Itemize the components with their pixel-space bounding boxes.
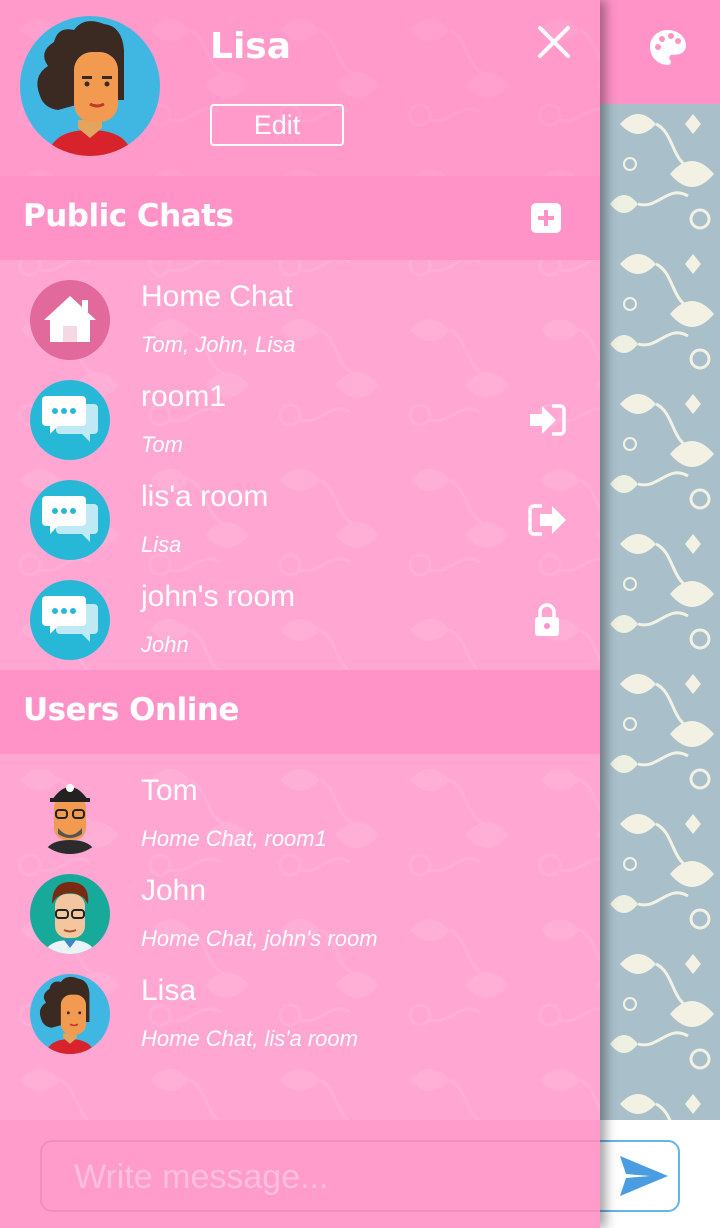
sign-in-icon[interactable] [528,402,566,438]
tom-avatar [44,784,96,854]
user-item-lisa[interactable]: Lisa Home Chat, lis'a room [0,954,600,1054]
room-name: lis'a room [141,480,269,513]
room-name: john's room [141,580,296,613]
navigation-drawer: Lisa Edit Public Chats Home Chat Tom, Jo… [0,0,600,1228]
room-members: Tom [141,432,183,457]
composer-ghost: Write message... [40,1140,600,1212]
users-list: Tom Home Chat, room1 John Home Chat, joh… [0,754,600,1120]
room-item-johns-room[interactable]: john's room John [0,560,600,660]
lisa-avatar [30,974,110,1054]
chat-bubbles-icon [30,580,110,660]
rooms-list: Home Chat Tom, John, Lisa room1 Tom lis'… [0,260,600,670]
send-icon[interactable] [616,1150,672,1202]
user-item-tom[interactable]: Tom Home Chat, room1 [0,754,600,854]
user-rooms: Home Chat, lis'a room [141,1026,358,1051]
drawer-footer: Write message... [0,1120,600,1228]
user-name: Tom [141,774,198,807]
room-members: Tom, John, Lisa [141,332,296,357]
room-item-home-chat[interactable]: Home Chat Tom, John, Lisa [0,260,600,360]
public-chats-header: Public Chats [0,176,600,260]
user-name: John [141,874,207,907]
user-rooms: Home Chat, john's room [141,926,378,951]
chat-bubbles-icon [30,380,110,460]
chat-bubbles-icon [30,480,110,560]
profile-header: Lisa Edit [0,0,600,176]
public-chats-title: Public Chats [23,198,234,234]
sign-out-icon[interactable] [528,502,566,538]
home-icon [30,280,110,360]
user-item-john[interactable]: John Home Chat, john's room [0,854,600,954]
room-name: Home Chat [141,280,293,313]
users-online-title: Users Online [23,692,239,728]
room-item-room1[interactable]: room1 Tom [0,360,600,460]
room-item-lisas-room[interactable]: lis'a room Lisa [0,460,600,560]
plus-square-icon[interactable] [531,203,561,233]
close-icon[interactable] [536,24,572,60]
john-avatar [30,874,110,954]
user-rooms: Home Chat, room1 [141,826,327,851]
palette-icon[interactable] [646,26,690,70]
user-name: Lisa [141,974,197,1007]
room-members: John [141,632,189,657]
room-members: Lisa [141,532,182,557]
lock-icon[interactable] [528,602,566,638]
profile-name: Lisa [210,26,291,67]
lisa-avatar [20,16,160,156]
room-name: room1 [141,380,227,413]
users-online-header: Users Online [0,670,600,754]
edit-profile-button[interactable]: Edit [210,104,344,146]
